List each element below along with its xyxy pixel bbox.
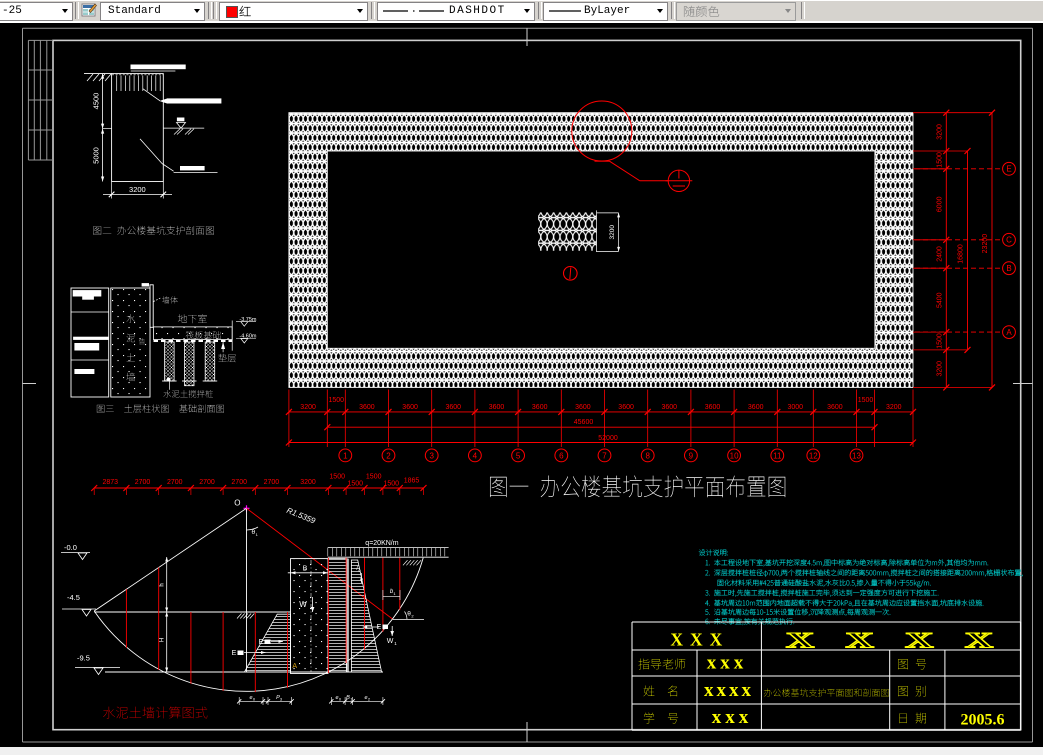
svg-text:-4.5: -4.5	[67, 593, 80, 602]
svg-text:C: C	[1006, 236, 1012, 245]
svg-text:3600: 3600	[446, 404, 462, 411]
svg-text:2700: 2700	[199, 479, 215, 486]
svg-text:2: 2	[386, 451, 391, 460]
svg-text:X: X	[965, 628, 994, 653]
svg-text:xxx: xxx	[712, 707, 753, 728]
svg-text:2700: 2700	[264, 479, 280, 486]
svg-text:5: 5	[516, 451, 521, 460]
svg-text:1500: 1500	[366, 474, 382, 481]
svg-text:2873: 2873	[103, 479, 119, 486]
svg-text:4: 4	[473, 451, 478, 460]
svg-text:1500: 1500	[348, 481, 364, 488]
svg-text:6: 6	[559, 451, 564, 460]
svg-text:5400: 5400	[937, 292, 944, 308]
svg-text:0: 0	[358, 568, 361, 573]
svg-text:B: B	[1006, 264, 1011, 273]
svg-text:X: X	[845, 628, 874, 653]
svg-text:1500: 1500	[384, 481, 400, 488]
svg-text:3200: 3200	[937, 124, 944, 140]
svg-text:X: X	[905, 628, 934, 653]
svg-text:2: 2	[368, 697, 371, 702]
svg-text:W: W	[299, 600, 307, 609]
svg-text:2400: 2400	[937, 246, 944, 262]
svg-text:1500: 1500	[329, 397, 345, 404]
svg-text:8: 8	[645, 451, 650, 460]
svg-text:h: h	[160, 583, 166, 586]
svg-text:1: 1	[393, 591, 396, 596]
svg-text:7: 7	[602, 451, 607, 460]
svg-text:5000: 5000	[92, 147, 101, 164]
svg-text:3: 3	[280, 697, 283, 702]
svg-text:9: 9	[689, 451, 694, 460]
svg-text:0: 0	[339, 697, 342, 702]
svg-text:W: W	[387, 638, 394, 645]
svg-text:H: H	[160, 638, 166, 642]
svg-text:3600: 3600	[618, 404, 634, 411]
svg-text:X: X	[786, 628, 815, 653]
svg-text:1500: 1500	[329, 474, 345, 481]
svg-text:3000: 3000	[788, 404, 804, 411]
svg-text:52000: 52000	[598, 435, 618, 442]
svg-text:E: E	[1006, 165, 1011, 174]
svg-text:23200: 23200	[982, 234, 989, 254]
svg-text:3: 3	[429, 451, 434, 460]
svg-text:12: 12	[809, 451, 818, 460]
svg-text:A: A	[1006, 328, 1012, 337]
svg-text:E: E	[259, 639, 264, 646]
svg-text:2: 2	[411, 614, 414, 619]
svg-text:3600: 3600	[402, 404, 418, 411]
svg-text:1500: 1500	[937, 333, 944, 349]
svg-text:2700: 2700	[135, 479, 151, 486]
svg-text:3200: 3200	[886, 404, 902, 411]
svg-text:2700: 2700	[231, 479, 247, 486]
svg-text:3600: 3600	[748, 404, 764, 411]
svg-text:xxx: xxx	[707, 653, 748, 674]
svg-text:xxxx: xxxx	[704, 680, 754, 701]
svg-text:10: 10	[730, 451, 739, 460]
svg-text:3600: 3600	[827, 404, 843, 411]
svg-text:1865: 1865	[404, 478, 420, 485]
svg-text:E: E	[232, 650, 237, 657]
svg-text:3200: 3200	[129, 185, 146, 194]
svg-text:3600: 3600	[359, 404, 375, 411]
svg-text:A: A	[292, 663, 297, 670]
svg-text:3600: 3600	[532, 404, 548, 411]
svg-text:1: 1	[343, 451, 348, 460]
svg-text:3600: 3600	[705, 404, 721, 411]
svg-text:16800: 16800	[958, 244, 965, 264]
svg-text:0: 0	[253, 697, 256, 702]
svg-text:B: B	[303, 566, 308, 573]
svg-text:3600: 3600	[662, 404, 678, 411]
svg-text:2005.6: 2005.6	[961, 712, 1005, 729]
svg-text:1: 1	[394, 641, 397, 646]
svg-text:11: 11	[773, 451, 782, 460]
svg-text:1500: 1500	[858, 397, 874, 404]
svg-text:E: E	[377, 624, 382, 631]
svg-text:XXX: XXX	[670, 630, 729, 650]
svg-text:-0.0: -0.0	[64, 543, 77, 552]
svg-text:-9.5: -9.5	[77, 654, 90, 663]
svg-text:1: 1	[256, 532, 259, 537]
svg-text:3200: 3200	[300, 479, 316, 486]
svg-text:3200: 3200	[300, 404, 316, 411]
svg-text:3200: 3200	[937, 361, 944, 377]
svg-text:6000: 6000	[937, 196, 944, 212]
svg-text:13: 13	[852, 451, 861, 460]
svg-text:3600: 3600	[489, 404, 505, 411]
svg-text:4500: 4500	[92, 93, 101, 110]
svg-text:3200: 3200	[609, 225, 616, 240]
svg-text:q=20KN/m: q=20KN/m	[365, 540, 398, 547]
svg-text:1500: 1500	[937, 152, 944, 168]
svg-text:O: O	[234, 499, 240, 508]
svg-text:45600: 45600	[574, 419, 594, 426]
svg-text:3600: 3600	[575, 404, 591, 411]
svg-text:R1.5359: R1.5359	[285, 506, 317, 526]
svg-text:2700: 2700	[167, 479, 183, 486]
